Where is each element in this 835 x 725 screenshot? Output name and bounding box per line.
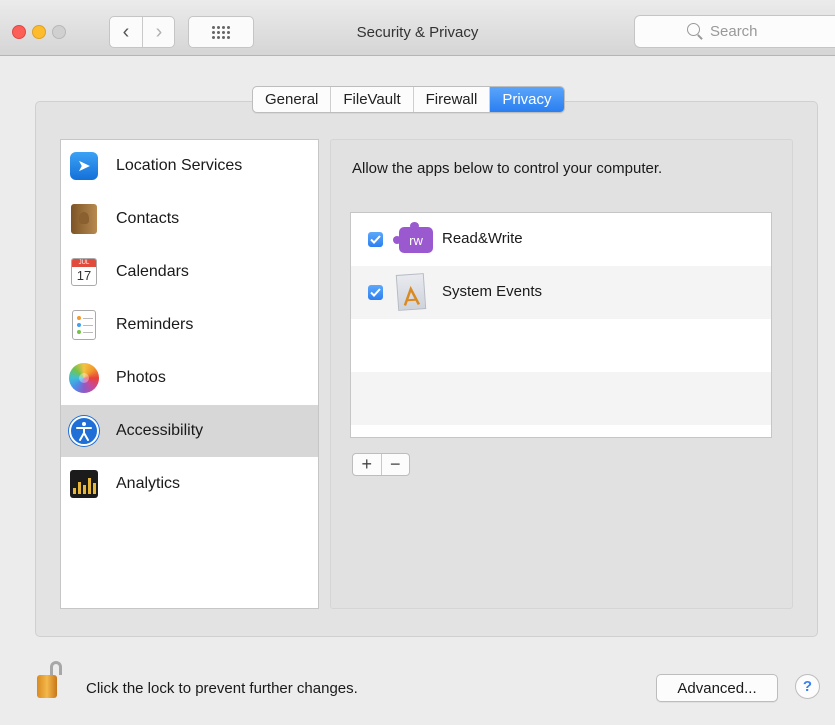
checkmark-icon xyxy=(370,288,381,297)
contacts-book-icon xyxy=(69,204,99,234)
help-button[interactable]: ? xyxy=(795,674,820,699)
sidebar-item-analytics[interactable]: Analytics xyxy=(61,458,318,510)
close-window-button[interactable] xyxy=(12,25,26,39)
pane-description: Allow the apps below to control your com… xyxy=(352,160,663,177)
sidebar-item-label: Accessibility xyxy=(116,422,204,439)
app-name: System Events xyxy=(442,283,543,300)
sidebar-item-contacts[interactable]: Contacts xyxy=(61,193,318,245)
grid-icon xyxy=(212,25,230,39)
privacy-category-list: ➤ Location Services Contacts JUL 17 Calen… xyxy=(60,139,319,609)
sidebar-item-label: Analytics xyxy=(116,475,181,492)
system-events-icon xyxy=(395,273,427,311)
sidebar-item-label: Location Services xyxy=(116,157,243,174)
search-field[interactable]: Search xyxy=(634,15,835,48)
tab-general[interactable]: General xyxy=(253,87,330,112)
show-all-button[interactable] xyxy=(188,16,254,48)
sidebar-item-label: Photos xyxy=(116,369,166,386)
sidebar-item-location-services[interactable]: ➤ Location Services xyxy=(61,140,318,192)
sidebar-item-label: Calendars xyxy=(116,263,189,280)
navigation-buttons: ‹ › xyxy=(109,16,175,48)
app-list: rw Read&Write System Events xyxy=(350,212,772,438)
minimize-window-button[interactable] xyxy=(32,25,46,39)
sidebar-item-label: Reminders xyxy=(116,316,194,333)
calendar-icon: JUL 17 xyxy=(69,257,99,287)
lock-status-text: Click the lock to prevent further change… xyxy=(86,680,358,697)
chevron-right-icon: › xyxy=(155,20,163,43)
tab-bar: General FileVault Firewall Privacy xyxy=(252,86,565,113)
remove-app-button[interactable]: − xyxy=(382,454,410,475)
location-arrow-icon: ➤ xyxy=(69,151,99,181)
app-checkbox[interactable] xyxy=(368,232,383,247)
search-placeholder: Search xyxy=(710,23,758,40)
reminders-list-icon xyxy=(69,310,99,340)
app-checkbox[interactable] xyxy=(368,285,383,300)
title-bar: ‹ › Security & Privacy Search xyxy=(0,0,835,56)
lock-icon[interactable] xyxy=(37,661,63,701)
analytics-bars-icon xyxy=(69,469,99,499)
tab-firewall[interactable]: Firewall xyxy=(412,87,490,112)
checkmark-icon xyxy=(370,235,381,244)
list-item[interactable]: System Events xyxy=(351,266,771,319)
photos-flower-icon xyxy=(69,363,99,393)
advanced-button[interactable]: Advanced... xyxy=(656,674,778,702)
empty-row xyxy=(351,319,771,372)
accessibility-icon xyxy=(69,416,99,446)
chevron-left-icon: ‹ xyxy=(122,20,130,43)
tab-filevault[interactable]: FileVault xyxy=(330,87,412,112)
list-item[interactable]: rw Read&Write xyxy=(351,213,771,266)
search-icon xyxy=(687,23,700,36)
tab-privacy[interactable]: Privacy xyxy=(489,87,564,112)
sidebar-item-reminders[interactable]: Reminders xyxy=(61,299,318,351)
forward-button[interactable]: › xyxy=(143,17,175,47)
calendar-icon-month: JUL xyxy=(72,259,96,267)
sidebar-item-calendars[interactable]: JUL 17 Calendars xyxy=(61,246,318,298)
add-app-button[interactable]: + xyxy=(353,454,382,475)
zoom-window-button[interactable] xyxy=(52,25,66,39)
security-privacy-window: ‹ › Security & Privacy Search General Fi… xyxy=(0,0,835,725)
readwrite-puzzle-icon: rw xyxy=(393,222,433,253)
sidebar-item-accessibility[interactable]: Accessibility xyxy=(61,405,318,457)
sidebar-item-photos[interactable]: Photos xyxy=(61,352,318,404)
sidebar-item-label: Contacts xyxy=(116,210,180,227)
back-button[interactable]: ‹ xyxy=(110,17,143,47)
empty-row xyxy=(351,372,771,425)
app-name: Read&Write xyxy=(442,230,523,247)
calendar-icon-day: 17 xyxy=(76,268,92,283)
add-remove-control: + − xyxy=(352,453,410,476)
